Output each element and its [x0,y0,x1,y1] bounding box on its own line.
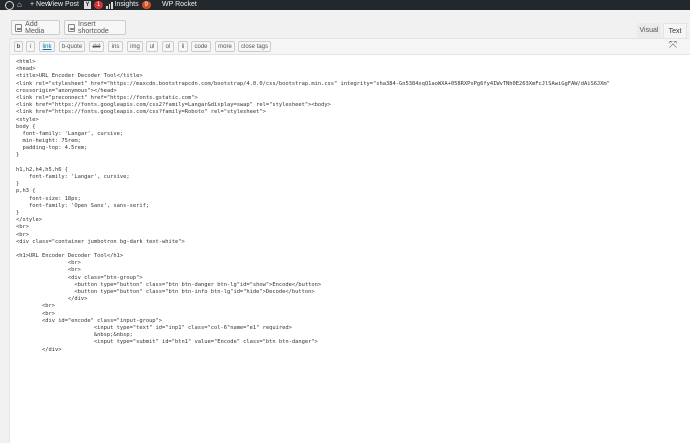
add-media-button[interactable]: Add Media [11,20,60,35]
code-line: crossorigin="anonymous"></head> [16,87,117,94]
code-line: <h1>URL Encoder Decoder Tool</h1> [16,253,124,260]
code-line: min-height: 75rem; [16,138,81,145]
code-line: <link rel="preconnect" href="https://fon… [16,94,198,101]
code-line: <br> [16,231,29,238]
insert-shortcode-label: Insert shortcode [78,20,109,35]
qt-link-button[interactable]: link [39,41,55,52]
code-line: <input type="text" id="inp1" class="col-… [16,324,292,331]
code-line: <br> [16,310,55,317]
code-line: <br> [16,267,81,274]
code-line: <br> [16,260,81,267]
qt-ol-button[interactable]: ol [162,41,174,52]
wp-logo-icon[interactable] [5,0,14,10]
code-line: <link rel="stylesheet" href="https://max… [16,80,610,87]
fullscreen-icon[interactable]: ⤧ [668,41,678,51]
insert-shortcode-button[interactable]: Insert shortcode [64,20,126,35]
shortcode-icon [68,23,76,32]
code-line: </div> [16,346,62,353]
admin-bar-wp-rocket[interactable]: WP Rocket [162,0,197,10]
code-line: <div id="encode" class="input-group"> [16,317,163,324]
code-content: <html> <head> <title>URL Encoder Decoder T… [16,59,610,354]
qt-more-button[interactable]: more [215,41,235,52]
qt-bold-button[interactable]: b [14,41,23,52]
insights-icon [106,1,113,9]
code-line: font-family: 'Langar', cursive; [16,174,130,180]
insights-badge: 9 [141,1,151,9]
code-line: body { [16,123,36,130]
code-line: padding-top: 4.5rem; [16,145,88,152]
my-sites-icon[interactable]: ⌂ [17,0,24,10]
add-media-label: Add Media [25,20,45,35]
code-line: font-family: 'Langar', cursive; [16,130,124,137]
code-line: } [16,209,20,216]
code-line: <br> [16,224,29,231]
code-line: p,h3 { [16,188,36,195]
code-line: } [16,181,20,188]
admin-bar-insights-label: Insights [114,1,139,8]
code-line: <title>URL Encoder Decoder Tool</title> [16,73,143,80]
code-line: &nbsp;&nbsp; [16,332,133,339]
qt-ul-button[interactable]: ul [146,41,158,52]
code-line: <button type="button" class="btn btn-inf… [16,289,315,295]
quicktags-toolbar: b i link b-quote del ins img ul ol li co… [9,38,690,54]
admin-bar: ⌂ + New View Post Y1 Insights 9 WP Rocke… [0,0,690,10]
qt-italic-button[interactable]: i [26,41,35,52]
qt-ins-button[interactable]: ins [108,41,123,52]
tab-visual[interactable]: Visual [637,23,661,38]
qt-li-button[interactable]: li [178,41,188,52]
code-line: <input type="submit" id="btn1" value="En… [16,339,318,346]
code-line: <link href="https://fonts.googleapis.com… [16,102,331,109]
code-line: </style> [16,217,42,224]
code-editor-textarea[interactable]: <html> <head> <title>URL Encoder Decoder T… [9,54,690,443]
admin-bar-view-post[interactable]: View Post [48,0,79,10]
qt-close-tags-button[interactable]: close tags [238,41,271,52]
code-line: </div> [16,296,88,303]
code-line: h1,h2,h4,h5,h6 { [16,166,68,173]
qt-code-button[interactable]: code [191,41,211,52]
qt-del-button[interactable]: del [89,41,104,52]
yoast-badge: 1 [94,1,103,9]
code-line: <style> [16,116,39,123]
code-line: <div class="btn-group"> [16,274,143,281]
code-line: font-family: 'Open Sans', sans-serif; [16,202,150,209]
admin-bar-view-post-label: View Post [48,1,79,8]
code-line: <button type="button" class="btn btn-dan… [16,281,322,288]
code-line: <head> [16,66,36,73]
code-line: <br> [16,303,55,310]
media-icon [15,23,23,32]
qt-img-button[interactable]: img [127,41,143,52]
tab-text[interactable]: Text [663,23,687,38]
code-line: <div class="container jumbotron bg-dark … [16,238,185,245]
code-line: <link href="https://fonts.googleapis.com… [16,109,266,116]
qt-bquote-button[interactable]: b-quote [59,41,85,52]
admin-bar-insights[interactable]: Insights 9 [106,0,151,10]
code-line: } [16,152,20,159]
code-line: <html> [16,59,36,65]
admin-bar-wp-rocket-label: WP Rocket [162,1,197,8]
yoast-icon[interactable]: Y1 [84,0,103,10]
code-line: font-size: 18px; [16,195,81,202]
